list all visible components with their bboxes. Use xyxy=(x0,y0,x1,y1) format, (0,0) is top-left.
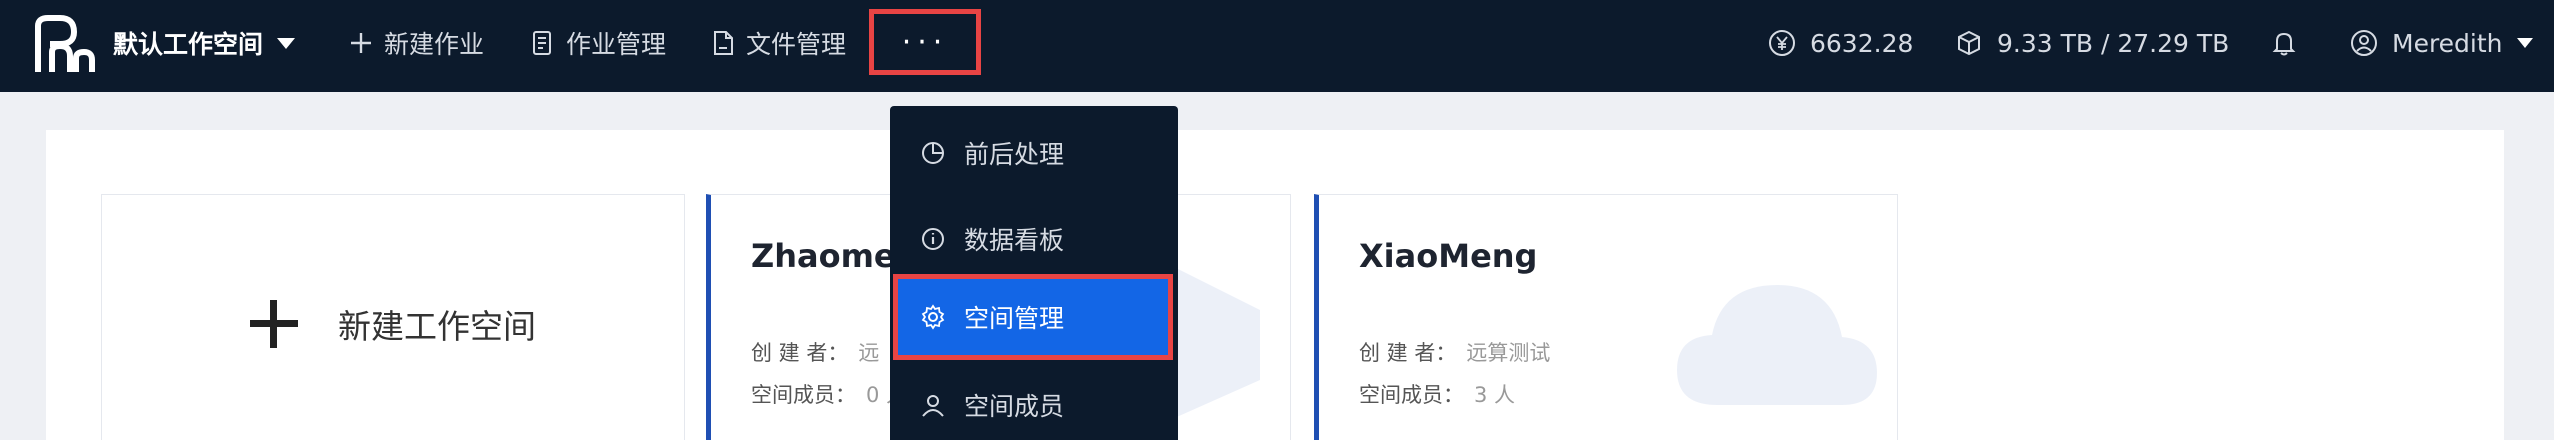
workspace-members-row: 空间成员： 3 人 xyxy=(1359,379,1515,409)
workspace-creator-row: 创 建 者： 远算测试 xyxy=(1359,337,1550,367)
workspace-creator-row: 创 建 者： 远 xyxy=(751,337,879,367)
balance: 6632.28 xyxy=(1768,0,1913,86)
creator-value: 远 xyxy=(858,341,880,365)
document-list-icon xyxy=(533,31,551,55)
workspace-switcher[interactable]: 默认工作空间 xyxy=(113,0,296,86)
menu-item-pre-post-processing[interactable]: 前后处理 xyxy=(890,110,1178,196)
cloud-watermark-icon xyxy=(1677,285,1877,405)
menu-item-data-dashboard[interactable]: 数据看板 xyxy=(890,196,1178,282)
menu-item-label: 空间成员 xyxy=(964,392,1065,421)
yen-coin-icon xyxy=(1769,30,1795,56)
new-workspace-card[interactable]: 新建工作空间 xyxy=(101,194,685,440)
menu-item-space-management[interactable]: 空间管理 xyxy=(893,274,1173,360)
creator-value: 远算测试 xyxy=(1466,341,1551,365)
nav-job-manage[interactable]: 作业管理 xyxy=(530,0,666,86)
creator-label: 创 建 者： xyxy=(1359,341,1457,365)
notifications-button[interactable] xyxy=(2270,0,2298,86)
members-label: 空间成员： xyxy=(751,383,856,407)
storage-usage: 9.33 TB / 27.29 TB xyxy=(1955,0,2229,86)
bell-icon xyxy=(2272,32,2296,56)
workspace-card-title: XiaoMeng xyxy=(1359,237,1538,275)
workspace-card[interactable]: XiaoMeng 创 建 者： 远算测试 空间成员： 3 人 xyxy=(1314,194,1898,440)
menu-item-space-members[interactable]: 空间成员 xyxy=(890,362,1178,440)
nav-file-manage-label: 文件管理 xyxy=(746,30,847,59)
menu-item-label: 前后处理 xyxy=(964,140,1065,169)
user-icon xyxy=(922,395,944,417)
caret-down-icon xyxy=(2516,38,2533,48)
user-menu[interactable]: Meredith xyxy=(2350,0,2533,86)
gear-icon xyxy=(921,304,945,330)
balance-value: 6632.28 xyxy=(1810,28,1914,58)
nav-job-manage-label: 作业管理 xyxy=(566,30,667,59)
menu-item-label: 数据看板 xyxy=(964,226,1065,255)
menu-item-label: 空间管理 xyxy=(964,304,1065,333)
members-label: 空间成员： xyxy=(1359,383,1464,407)
workspace-members-row: 空间成员： 0 人 xyxy=(751,379,907,409)
caret-down-icon xyxy=(277,37,296,49)
more-menu-button[interactable]: ··· xyxy=(869,9,981,75)
file-icon xyxy=(714,31,733,55)
nav-file-manage[interactable]: 文件管理 xyxy=(710,0,846,86)
cube-icon xyxy=(1958,30,1980,56)
plus-icon xyxy=(351,33,371,53)
user-name: Meredith xyxy=(2392,28,2503,58)
top-nav: 默认工作空间 新建作业 作业管理 文件管理 ··· 6632.28 9.33 T… xyxy=(0,0,2554,92)
members-value: 3 人 xyxy=(1474,383,1516,407)
storage-value: 9.33 TB / 27.29 TB xyxy=(1997,28,2230,58)
nav-new-job[interactable]: 新建作业 xyxy=(348,0,484,86)
nav-new-job-label: 新建作业 xyxy=(384,30,485,59)
more-dropdown-menu: 前后处理 数据看板 空间管理 空间成员 xyxy=(890,106,1178,440)
plus-icon xyxy=(250,300,298,348)
user-avatar-icon xyxy=(2351,30,2377,56)
workspace-name: 默认工作空间 xyxy=(113,30,264,59)
new-workspace-label: 新建工作空间 xyxy=(338,307,536,346)
pie-icon xyxy=(922,142,944,164)
info-icon xyxy=(922,228,944,250)
creator-label: 创 建 者： xyxy=(751,341,849,365)
app-logo-icon[interactable] xyxy=(30,12,96,78)
